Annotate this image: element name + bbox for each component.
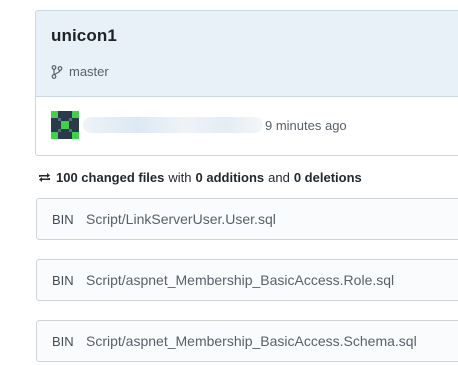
commit-card: unicon1 master 9 minutes ago bbox=[35, 10, 458, 156]
binary-badge: BIN bbox=[52, 333, 74, 349]
binary-badge: BIN bbox=[52, 272, 74, 288]
sync-icon bbox=[39, 173, 50, 182]
changed-files-count[interactable]: 100 changed files bbox=[56, 170, 164, 185]
author-name[interactable] bbox=[83, 117, 263, 133]
file-row[interactable]: BIN Script/LinkServerUser.User.sql bbox=[36, 198, 458, 240]
additions-count: 0 additions bbox=[195, 170, 265, 185]
file-path[interactable]: Script/aspnet_Membership_BasicAccess.Rol… bbox=[86, 272, 394, 288]
file-path[interactable]: Script/LinkServerUser.User.sql bbox=[86, 211, 276, 227]
summary-with: with bbox=[168, 170, 192, 185]
file-row[interactable]: BIN Script/aspnet_Membership_BasicAccess… bbox=[36, 259, 458, 301]
commit-page: unicon1 master 9 minutes ago 100 changed… bbox=[0, 0, 458, 365]
avatar[interactable] bbox=[51, 111, 79, 139]
diff-summary: 100 changed files with 0 additions and 0… bbox=[37, 170, 362, 185]
file-path[interactable]: Script/aspnet_Membership_BasicAccess.Sch… bbox=[86, 333, 417, 349]
commit-time: 9 minutes ago bbox=[265, 117, 347, 133]
summary-and: and bbox=[268, 170, 290, 185]
commit-title: unicon1 bbox=[51, 26, 117, 45]
commit-header: unicon1 master bbox=[36, 11, 458, 97]
git-branch-icon bbox=[51, 64, 63, 79]
branch-name[interactable]: master bbox=[69, 64, 109, 79]
file-row[interactable]: BIN Script/aspnet_Membership_BasicAccess… bbox=[36, 320, 458, 362]
author-row: 9 minutes ago bbox=[51, 111, 347, 139]
deletions-count: 0 deletions bbox=[293, 170, 362, 185]
branch-info[interactable]: master bbox=[51, 64, 109, 79]
binary-badge: BIN bbox=[52, 211, 74, 227]
